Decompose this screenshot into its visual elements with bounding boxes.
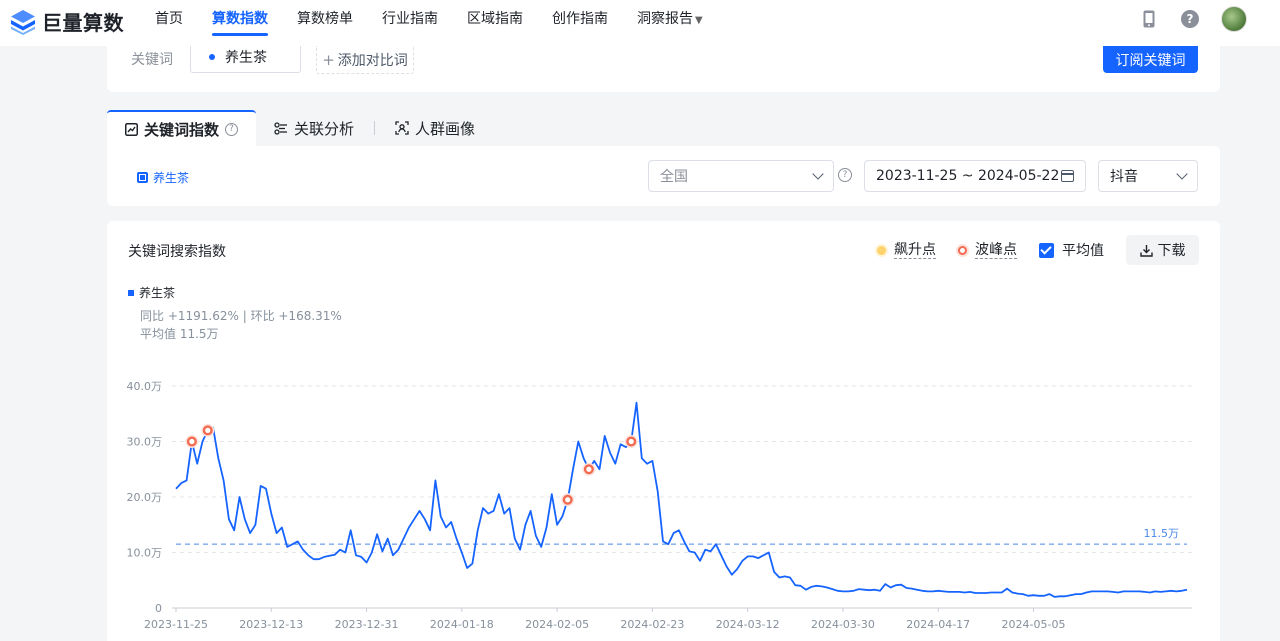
x-tick-label: 2024-03-12 — [716, 618, 780, 631]
rise-point-icon — [877, 245, 886, 255]
tab-audience-portrait-label: 人群画像 — [415, 119, 476, 138]
top-navbar: 巨量算数 首页 算数指数 算数榜单 行业指南 区域指南 创作指南 洞察报告 ▼ ? — [0, 0, 1280, 46]
series-color-swatch — [128, 289, 134, 296]
nav-item-index[interactable]: 算数指数 — [212, 0, 268, 46]
x-tick-label: 2024-02-05 — [525, 618, 589, 631]
nav-reports-label: 洞察报告 — [637, 11, 693, 27]
keyword-dot — [209, 54, 215, 60]
peak-point — [202, 425, 213, 436]
average-stat: 平均值 11.5万 — [140, 327, 219, 341]
peak-point-icon — [958, 245, 967, 255]
x-tick-label: 2023-11-25 — [144, 618, 208, 631]
peak-point-toggle[interactable]: 波峰点 — [958, 242, 1017, 259]
question-icon[interactable]: ? — [225, 122, 239, 136]
tab-related-analysis-label: 关联分析 — [294, 119, 355, 138]
keyword-value: 养生茶 — [225, 50, 267, 66]
chart-title: 关键词搜索指数 — [128, 244, 226, 260]
keyword-legend-toggle[interactable]: 养生茶 — [137, 169, 189, 186]
top-right-tools: ? — [1139, 6, 1247, 32]
plus-icon: + — [322, 50, 335, 69]
date-range-picker[interactable]: 2023-11-25 ~ 2024-05-22 — [864, 160, 1086, 192]
average-toggle[interactable]: 平均值 — [1039, 240, 1104, 260]
search-index-card: 0 10.0万 20.0万 30.0万 40.0万 2023-11-25 2023-12-1… — [107, 221, 1220, 641]
x-tick-label: 2024-03-30 — [811, 618, 875, 631]
related-analysis-icon — [274, 121, 288, 135]
mobile-icon[interactable] — [1139, 9, 1159, 29]
chart-tools: 飙升点 波峰点 平均值 下载 — [877, 235, 1199, 265]
series-legend-label: 养生茶 — [139, 286, 176, 300]
y-tick-label: 30.0万 — [127, 436, 163, 449]
download-button[interactable]: 下载 — [1126, 235, 1199, 265]
tab-audience-portrait[interactable]: 人群画像 — [377, 110, 493, 146]
platform-select[interactable]: 抖音 — [1098, 160, 1198, 192]
peak-point — [562, 494, 573, 505]
x-tick-label: 2024-05-05 — [1002, 618, 1066, 631]
nav-item-creation[interactable]: 创作指南 — [552, 0, 608, 46]
subscribe-keyword-button[interactable]: 订阅关键词 — [1103, 46, 1198, 73]
trend-chart-icon — [125, 122, 138, 136]
calendar-icon — [1061, 170, 1074, 182]
add-compare-button[interactable]: + 添加对比词 — [316, 46, 414, 74]
peak-point — [186, 436, 197, 447]
caret-down-icon: ▼ — [695, 15, 703, 26]
help-icon[interactable]: ? — [1181, 10, 1199, 28]
x-tick-label: 2024-04-17 — [906, 618, 970, 631]
region-value: 全国 — [660, 169, 688, 185]
yoy-mom-stat: 同比 +1191.62% | 环比 +168.31% — [140, 309, 342, 323]
region-select[interactable]: 全国 — [648, 160, 834, 192]
tab-related-analysis[interactable]: 关联分析 — [256, 110, 372, 146]
keyword-label: 关键词 — [131, 52, 173, 68]
peak-point — [583, 464, 594, 475]
analysis-tabs: 关键词指数 ? 关联分析 人群画像 — [107, 110, 493, 146]
nav-item-region[interactable]: 区域指南 — [467, 0, 523, 46]
search-index-line-chart: 0 10.0万 20.0万 30.0万 40.0万 2023-11-25 2023-12-1… — [127, 380, 1192, 631]
peak-point-label: 波峰点 — [975, 241, 1017, 259]
series-legend: 养生茶 — [128, 284, 175, 301]
date-range-value: 2023-11-25 ~ 2024-05-22 — [876, 168, 1060, 184]
average-line-label: 11.5万 — [1144, 527, 1180, 540]
add-compare-label: 添加对比词 — [337, 52, 408, 69]
x-tick-label: 2023-12-13 — [239, 618, 303, 631]
logo-icon — [11, 9, 35, 35]
keyword-legend-label: 养生茶 — [153, 171, 190, 185]
x-tick-label: 2024-01-18 — [430, 618, 494, 631]
tab-divider — [374, 121, 376, 135]
nav-item-industry[interactable]: 行业指南 — [382, 0, 438, 46]
peak-point — [626, 436, 637, 447]
y-tick-label: 20.0万 — [127, 491, 163, 504]
rise-point-label: 飙升点 — [894, 241, 936, 259]
average-label: 平均值 — [1062, 243, 1104, 259]
download-icon — [1139, 244, 1153, 257]
download-label: 下载 — [1157, 243, 1186, 259]
audience-portrait-icon — [395, 121, 409, 135]
brand-name: 巨量算数 — [42, 11, 124, 35]
keyword-card: 关键词 养生茶 + 添加对比词 订阅关键词 — [107, 46, 1220, 92]
y-tick-label: 10.0万 — [127, 547, 163, 560]
nav-item-rankings[interactable]: 算数榜单 — [297, 0, 353, 46]
main-nav: 首页 算数指数 算数榜单 行业指南 区域指南 创作指南 洞察报告 ▼ — [155, 0, 732, 46]
filter-bar: 养生茶 全国 ? 2023-11-25 ~ 2024-05-22 抖音 — [107, 146, 1220, 206]
keyword-chip[interactable]: 养生茶 — [190, 46, 301, 73]
checkbox-square-icon — [137, 172, 148, 183]
question-icon[interactable]: ? — [838, 168, 852, 182]
y-tick-label: 0 — [155, 602, 162, 615]
platform-value: 抖音 — [1110, 169, 1138, 185]
x-tick-label: 2024-02-23 — [620, 618, 684, 631]
tab-keyword-index-label: 关键词指数 — [144, 120, 220, 139]
tab-keyword-index[interactable]: 关键词指数 ? — [107, 110, 257, 146]
rise-point-toggle[interactable]: 飙升点 — [877, 242, 936, 259]
avatar[interactable] — [1221, 6, 1247, 32]
chevron-down-icon — [1176, 168, 1188, 180]
chevron-down-icon — [812, 168, 824, 180]
y-tick-label: 40.0万 — [127, 380, 163, 393]
series-line-养生茶 — [175, 401, 1188, 598]
nav-item-reports[interactable]: 洞察报告 ▼ — [637, 0, 703, 46]
checkbox-checked-icon — [1039, 242, 1054, 258]
brand-logo[interactable]: 巨量算数 — [10, 7, 124, 36]
x-tick-label: 2023-12-31 — [335, 618, 399, 631]
nav-item-home[interactable]: 首页 — [155, 0, 183, 46]
